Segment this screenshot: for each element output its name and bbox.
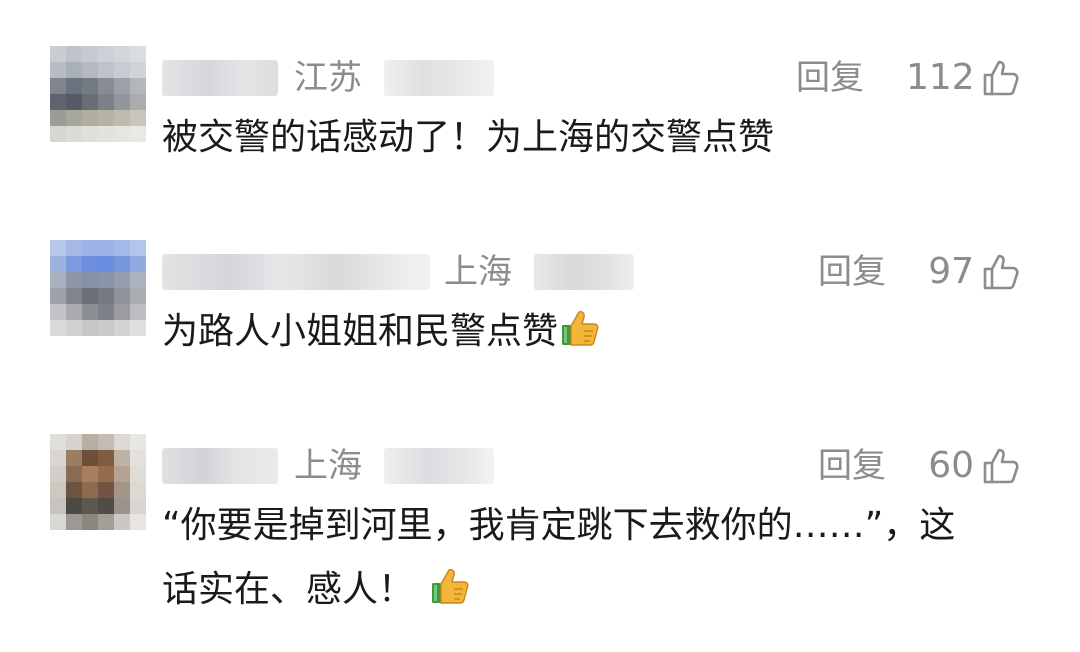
- thumbs-up-outline-icon[interactable]: [982, 252, 1022, 292]
- location-label: 上海: [294, 446, 362, 486]
- location-label: 上海: [444, 252, 512, 292]
- username-blurred[interactable]: [162, 254, 430, 290]
- extra-info-blurred: [384, 60, 494, 96]
- comment-text-line-1: “你要是掉到河里，我肯定跳下去救你的……”，这: [162, 505, 956, 546]
- extra-info-blurred: [384, 448, 494, 484]
- avatar[interactable]: [50, 240, 146, 336]
- thumbs-up-outline-icon[interactable]: [982, 446, 1022, 486]
- like-count: 97: [928, 251, 974, 292]
- like-count: 112: [906, 57, 975, 98]
- thumbs-up-emoji-icon: [562, 311, 599, 346]
- reply-button[interactable]: 回复: [796, 56, 864, 100]
- username-blurred[interactable]: [162, 448, 278, 484]
- avatar[interactable]: [50, 46, 146, 142]
- comment-text: 为路人小姐姐和民警点赞: [162, 302, 602, 362]
- thumbs-up-emoji-icon: [432, 569, 469, 604]
- extra-info-blurred: [534, 254, 634, 290]
- reply-button[interactable]: 回复: [818, 444, 886, 488]
- comment-text-content: 话实在、感人！: [162, 569, 415, 610]
- avatar[interactable]: [50, 434, 146, 530]
- reply-button[interactable]: 回复: [818, 250, 886, 294]
- username-blurred[interactable]: [162, 60, 278, 96]
- comment-text-line-2: 话实在、感人！: [162, 560, 472, 620]
- location-label: 江苏: [294, 58, 362, 98]
- thumbs-up-outline-icon[interactable]: [982, 58, 1022, 98]
- comment-text: 被交警的话感动了！为上海的交警点赞: [162, 117, 775, 158]
- like-count: 60: [928, 445, 974, 486]
- comment-text-content: 为路人小姐姐和民警点赞: [162, 311, 559, 352]
